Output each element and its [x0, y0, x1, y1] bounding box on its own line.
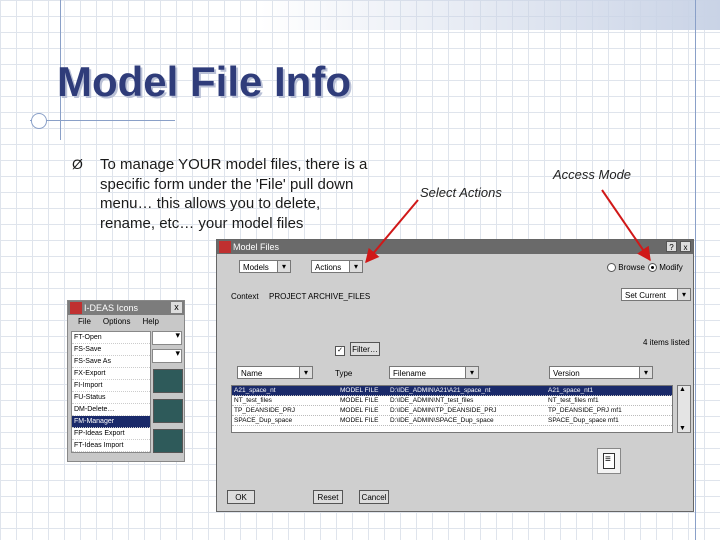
callout-arrows: [365, 189, 651, 264]
arrow-to-access-mode: [601, 189, 651, 262]
arrow-to-actions: [365, 199, 419, 264]
